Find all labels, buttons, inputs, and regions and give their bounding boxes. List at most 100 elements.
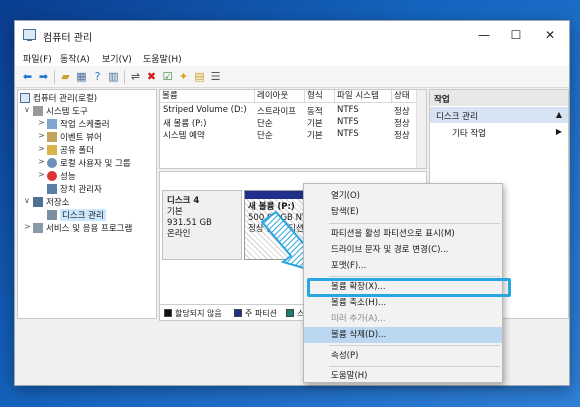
new-icon[interactable]: ✦ <box>177 70 190 83</box>
services-icon <box>33 223 43 233</box>
menu-item-delete-volume[interactable]: 볼륨 삭제(D)... <box>304 327 502 343</box>
help-icon[interactable]: ? <box>91 70 104 83</box>
expand-icon[interactable]: ∨ <box>24 105 32 114</box>
users-icon <box>47 158 57 168</box>
device-manager-icon <box>47 184 57 194</box>
volume-name: 새 볼륨 (P:) <box>163 119 207 129</box>
up-folder-icon[interactable]: ▰ <box>59 70 72 83</box>
volume-layout: 단순 <box>257 131 273 141</box>
column-header-volume[interactable]: 볼륨 <box>160 90 255 103</box>
menu-separator <box>329 366 500 367</box>
action-more-actions[interactable]: 기타 작업 ▶ <box>430 126 568 140</box>
shared-folder-icon <box>47 145 57 155</box>
tree-item-label: 서비스 및 응용 프로그램 <box>46 224 133 234</box>
volume-file-system: NTFS <box>337 117 359 127</box>
volume-type: 기본 <box>307 131 323 141</box>
connect-icon[interactable]: ⇌ <box>129 70 142 83</box>
toolbar-separator <box>54 70 55 84</box>
column-header-layout[interactable]: 레이아웃 <box>255 90 305 103</box>
menu-item-properties[interactable]: 속성(P) <box>304 348 502 364</box>
menu-item-add-mirror: 미러 추가(A)... <box>331 314 386 324</box>
forward-arrow-icon[interactable]: ➡ <box>37 70 50 83</box>
table-row[interactable]: Striped Volume (D:) 스트라이프 동적 NTFS 정상 <box>160 105 426 117</box>
table-row[interactable]: 시스템 예약 단순 기본 NTFS 정상 <box>160 129 426 141</box>
menu-item-mark-active[interactable]: 파티션을 활성 파티션으로 표시(M) <box>304 226 502 242</box>
menu-file[interactable]: 파일(F) <box>23 52 52 65</box>
scheduler-icon <box>47 119 57 129</box>
volume-list: 볼륨 레이아웃 형식 파일 시스템 상태 Striped Volume (D:)… <box>159 89 427 169</box>
disk-info[interactable]: 디스크 4 기본 931.51 GB 온라인 <box>162 190 242 260</box>
highlight-box <box>307 278 511 297</box>
legend-primary-label: 주 파티션 <box>245 309 277 318</box>
disk-name: 디스크 4 <box>167 196 200 206</box>
tree-item-label: 성능 <box>60 172 76 182</box>
expand-icon[interactable]: > <box>38 157 46 166</box>
properties-icon[interactable]: ▦ <box>75 70 88 83</box>
legend-primary-swatch <box>234 309 242 317</box>
submenu-arrow-icon: ▶ <box>555 127 562 136</box>
table-row[interactable]: 새 볼륨 (P:) 단순 기본 NTFS 정상 <box>160 117 426 129</box>
volume-type: 동적 <box>307 107 323 117</box>
menu-item-open[interactable]: 열기(O) <box>304 188 502 204</box>
delete-icon[interactable]: ✖ <box>145 70 158 83</box>
expand-icon[interactable]: > <box>38 170 46 179</box>
menu-view[interactable]: 보기(V) <box>102 52 132 65</box>
tree-item-label: 장치 관리자 <box>60 185 102 195</box>
menu-item-help[interactable]: 도움말(H) <box>304 368 502 384</box>
disk-management-icon <box>47 210 57 220</box>
tree-item-label: 디스크 관리 <box>60 209 106 221</box>
tree-item-label: 시스템 도구 <box>46 107 88 117</box>
expand-icon[interactable]: ∨ <box>24 196 32 205</box>
menu-action[interactable]: 동작(A) <box>60 52 90 65</box>
legend-unallocated-swatch <box>164 309 172 317</box>
collapse-icon[interactable]: ▲ <box>556 110 562 119</box>
actions-header: 작업 <box>430 90 568 106</box>
column-header-type[interactable]: 형식 <box>305 90 335 103</box>
column-header-status[interactable]: 상태 <box>392 90 418 103</box>
volume-file-system: NTFS <box>337 105 359 115</box>
title-bar[interactable]: 컴퓨터 관리 — ☐ ✕ <box>15 21 569 49</box>
expand-icon[interactable]: > <box>38 144 46 153</box>
menu-separator <box>329 345 500 346</box>
menu-help[interactable]: 도움말(H) <box>143 52 182 65</box>
action-label: 기타 작업 <box>452 129 486 139</box>
volume-file-system: NTFS <box>337 129 359 139</box>
volume-name: Striped Volume (D:) <box>163 105 247 115</box>
event-viewer-icon <box>47 132 57 142</box>
column-header-file-system[interactable]: 파일 시스템 <box>335 90 392 103</box>
check-icon[interactable]: ☑ <box>161 70 174 83</box>
tree-item-label: 저장소 <box>46 198 70 208</box>
legend-other-swatch <box>286 309 294 317</box>
performance-icon <box>47 171 57 181</box>
volume-status: 정상 <box>394 131 410 141</box>
back-arrow-icon[interactable]: ⬅ <box>21 70 34 83</box>
menu-separator <box>329 276 500 277</box>
vertical-scrollbar[interactable] <box>416 90 426 168</box>
maximize-button[interactable]: ☐ <box>501 25 531 45</box>
legend-unallocated-label: 할당되지 않음 <box>175 309 222 318</box>
volume-name: 시스템 예약 <box>163 131 205 141</box>
computer-management-icon <box>23 29 36 41</box>
disk-state: 온라인 <box>167 229 191 239</box>
menu-item-explore[interactable]: 탐색(E) <box>304 204 502 220</box>
list-icon[interactable]: ☰ <box>209 70 222 83</box>
action-disk-management[interactable]: 디스크 관리 ▲ <box>430 107 568 123</box>
menu-separator <box>329 223 500 224</box>
disk-size: 931.51 GB <box>167 218 212 228</box>
volume-layout: 단순 <box>257 119 273 129</box>
close-button[interactable]: ✕ <box>535 25 565 45</box>
tools-icon <box>33 106 43 116</box>
menu-item-format[interactable]: 포맷(F)... <box>304 258 502 274</box>
minimize-button[interactable]: — <box>469 25 499 45</box>
storage-icon <box>33 197 43 207</box>
expand-icon[interactable]: > <box>38 131 46 140</box>
expand-icon[interactable]: > <box>38 118 46 127</box>
expand-icon[interactable]: > <box>24 222 32 231</box>
volume-layout: 스트라이프 <box>257 107 297 117</box>
navigation-tree: 컴퓨터 관리(로컬) ∨ 시스템 도구 > 작업 스케줄러 > 이벤트 뷰어 >… <box>17 89 157 319</box>
folder-icon[interactable]: ▤ <box>193 70 206 83</box>
action-label: 디스크 관리 <box>436 112 478 122</box>
menu-item-shrink-volume[interactable]: 볼륨 축소(H)... <box>304 295 502 311</box>
menu-item-change-drive-letter[interactable]: 드라이브 문자 및 경로 변경(C)... <box>304 242 502 258</box>
show-hide-icon[interactable]: ▥ <box>107 70 120 83</box>
